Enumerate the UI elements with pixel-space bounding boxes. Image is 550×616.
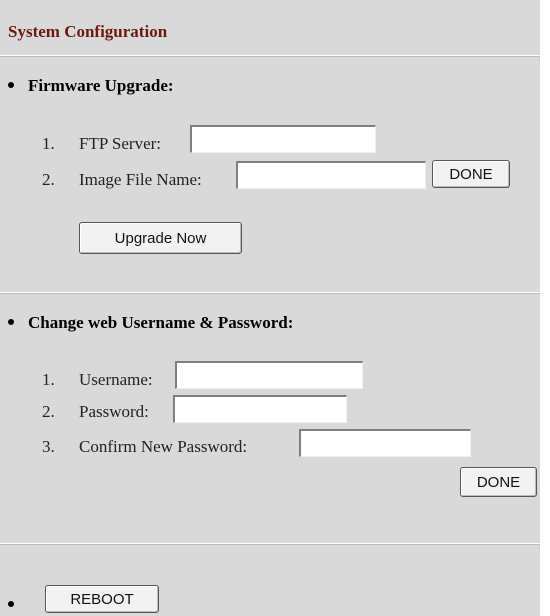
item-number: 1. [42,370,55,389]
username-label: Username: [79,370,153,389]
firmware-done-button[interactable]: DONE [432,160,510,188]
firmware-section-heading: Firmware Upgrade: [8,76,174,96]
credentials-section-heading: Change web Username & Password: [8,313,293,333]
page-title: System Configuration [8,22,168,41]
bullet-icon [8,319,14,326]
password-row: 2. Password: [42,402,149,422]
ftp-server-row: 1. FTP Server: [42,134,161,154]
image-file-row: 2. Image File Name: [42,170,202,190]
username-row: 1. Username: [42,370,153,390]
config-panel: System Configuration Firmware Upgrade: 1… [0,0,540,616]
divider [0,55,540,57]
credentials-done-button[interactable]: DONE [460,467,537,497]
confirm-password-row: 3. Confirm New Password: [42,437,247,457]
confirm-password-input[interactable] [299,429,471,457]
password-label: Password: [79,402,149,421]
firmware-heading-text: Firmware Upgrade: [28,76,174,95]
item-number: 2. [42,170,55,189]
reboot-button[interactable]: REBOOT [45,585,159,613]
bullet-icon [8,82,14,89]
username-input[interactable] [175,361,363,389]
ftp-server-input[interactable] [190,125,376,153]
image-file-input[interactable] [236,161,426,189]
item-number: 2. [42,402,55,421]
divider [0,292,540,294]
item-number: 3. [42,437,55,456]
password-input[interactable] [173,395,347,423]
confirm-password-label: Confirm New Password: [79,437,248,456]
item-number: 1. [42,134,55,153]
bullet-icon [8,601,14,607]
divider [0,543,540,545]
credentials-heading-text: Change web Username & Password: [28,313,294,332]
image-file-label: Image File Name: [79,170,202,189]
upgrade-now-button[interactable]: Upgrade Now [79,222,242,254]
ftp-server-label: FTP Server: [79,134,162,153]
